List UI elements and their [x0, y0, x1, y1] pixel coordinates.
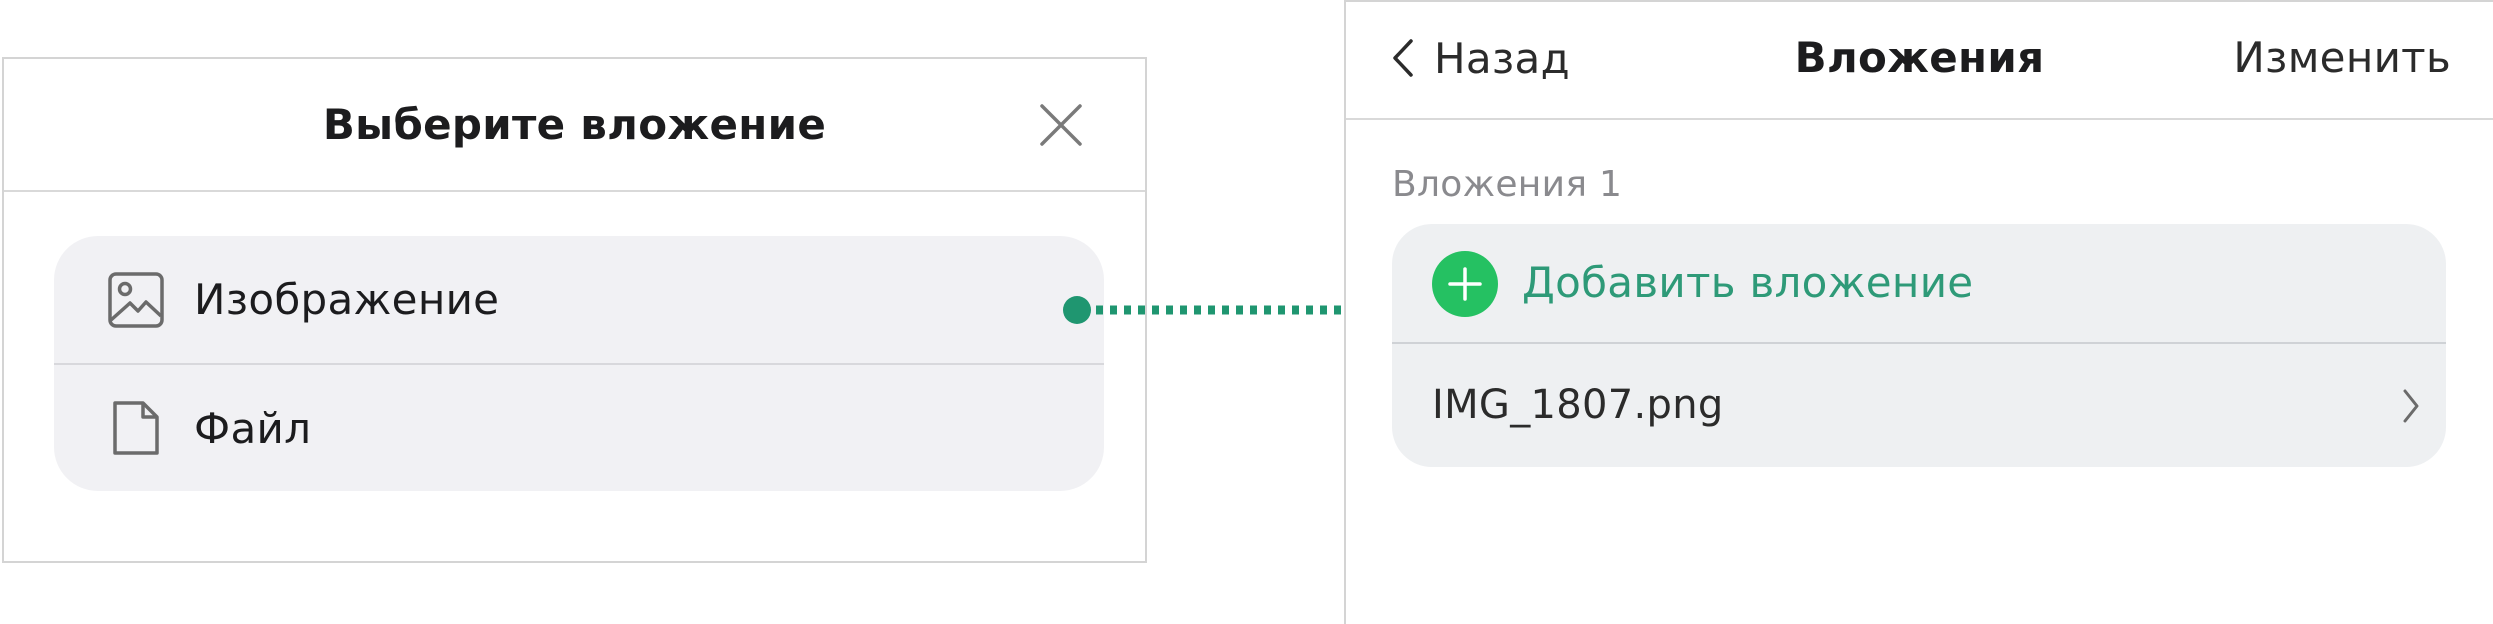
navigation-bar: Назад Вложения Изменить [1346, 2, 2493, 120]
add-attachment-button[interactable]: Добавить вложение [1392, 224, 2446, 344]
option-file[interactable]: Файл [54, 365, 1104, 491]
plus-circle-icon [1432, 251, 1498, 317]
add-attachment-label: Добавить вложение [1522, 258, 1974, 307]
attachments-list: Добавить вложение IMG_1807.png [1392, 224, 2446, 467]
option-file-label: Файл [194, 404, 312, 453]
attachment-picker-dialog: Выберите вложение Изображение Файл [2, 57, 1147, 563]
dialog-title: Выберите вложение [322, 100, 827, 149]
file-icon [113, 401, 159, 455]
close-icon [1040, 104, 1082, 146]
option-image-label: Изображение [194, 275, 500, 324]
option-image[interactable]: Изображение [54, 236, 1104, 365]
image-icon [108, 272, 164, 328]
flow-connector [1063, 296, 1352, 324]
section-title: Вложения 1 [1392, 164, 1623, 205]
dialog-header: Выберите вложение [4, 59, 1145, 192]
attachment-row[interactable]: IMG_1807.png [1392, 344, 2446, 467]
close-button[interactable] [1037, 101, 1085, 149]
attachments-screen: Назад Вложения Изменить Вложения 1 Добав… [1344, 0, 2493, 624]
attachment-type-list: Изображение Файл [54, 236, 1104, 491]
edit-button[interactable]: Изменить [2233, 2, 2451, 114]
chevron-right-icon [2403, 389, 2419, 423]
attachment-file-name: IMG_1807.png [1432, 382, 1724, 428]
